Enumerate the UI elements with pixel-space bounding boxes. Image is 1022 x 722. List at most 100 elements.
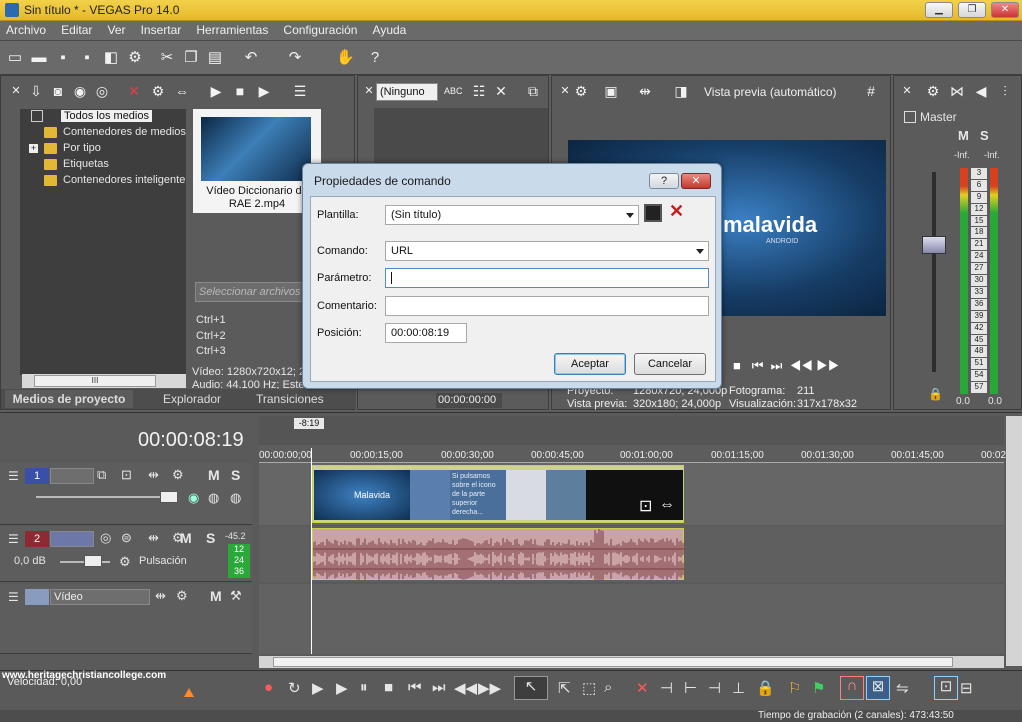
- autopreview-icon[interactable]: ▶: [255, 82, 273, 100]
- event-fx-icon[interactable]: ⇔: [659, 496, 675, 514]
- delete-icon[interactable]: ✕: [636, 679, 649, 697]
- master-fx-icon[interactable]: ⚙: [924, 82, 942, 100]
- help-icon[interactable]: ?: [366, 49, 384, 67]
- compositing-icon[interactable]: ⇹: [148, 467, 159, 483]
- import-media-icon[interactable]: ⇩: [27, 82, 45, 100]
- mixer-icon[interactable]: ⫶: [996, 82, 1014, 100]
- prev-frame-icon[interactable]: ⏮: [752, 358, 764, 373]
- panel-close-icon[interactable]: ✕: [898, 82, 916, 100]
- menu-archivo[interactable]: Archivo: [0, 21, 52, 39]
- parent-icon[interactable]: ◍: [208, 490, 219, 506]
- play-icon[interactable]: ▶: [207, 82, 225, 100]
- rate-slider-handle[interactable]: [184, 688, 194, 697]
- cut-icon[interactable]: ✂: [158, 49, 176, 67]
- save-as-icon[interactable]: ▪: [78, 49, 96, 67]
- track-fx-icon[interactable]: ⚙: [176, 588, 188, 604]
- timeline-vscrollbar[interactable]: [1006, 416, 1022, 666]
- tab-project-media[interactable]: Medios de proyecto: [5, 390, 133, 408]
- next-frame-icon[interactable]: ▶▶: [478, 679, 501, 697]
- track-opacity-slider[interactable]: [36, 496, 178, 498]
- track-header-3[interactable]: ☰ Vídeo ⇹ ⚙ M ⚒: [0, 584, 252, 654]
- minimize-button[interactable]: ▁: [925, 2, 953, 18]
- track-fx-icon[interactable]: ⚙: [172, 467, 184, 483]
- redo-icon[interactable]: ↷: [286, 49, 304, 67]
- loop-marker[interactable]: -8:19: [294, 418, 324, 429]
- delete-template-icon[interactable]: ✕: [669, 201, 684, 222]
- scroll-thumb[interactable]: III: [34, 375, 156, 387]
- automation-icon[interactable]: ⇹: [148, 530, 159, 546]
- grid-icon[interactable]: #: [862, 82, 880, 100]
- template-select[interactable]: (Sin título): [385, 205, 639, 225]
- save-icon[interactable]: ▪: [54, 49, 72, 67]
- overlays-icon[interactable]: ◨: [672, 82, 690, 100]
- video-clip[interactable]: Malavida Si pulsamos sobre el icono de l…: [312, 465, 684, 523]
- track-motion-icon[interactable]: ⧉: [97, 467, 106, 483]
- track-1-solo[interactable]: S: [231, 467, 240, 483]
- position-input[interactable]: 00:00:08:19: [385, 323, 467, 343]
- downmix-icon[interactable]: ⋈: [948, 82, 966, 100]
- snapping-icon[interactable]: ∩: [840, 676, 864, 700]
- track-minimize-icon[interactable]: ☰: [8, 590, 19, 604]
- external-monitor-icon[interactable]: ▣: [602, 82, 620, 100]
- properties-gear-icon[interactable]: ⚙: [126, 49, 144, 67]
- split-icon[interactable]: ⊥: [732, 679, 745, 697]
- record-arm-icon[interactable]: ◎: [100, 530, 111, 546]
- comment-input[interactable]: [385, 296, 709, 316]
- web-icon[interactable]: ◎: [93, 82, 111, 100]
- split-screen-icon[interactable]: ⇹: [636, 82, 654, 100]
- stop-icon[interactable]: ■: [231, 82, 249, 100]
- compositing-icon[interactable]: ⇹: [155, 588, 166, 604]
- track-header-2[interactable]: ☰ 2 ◎ ⊜ ⇹ ⚙ M S 0,0 dB ⚙ Pulsación -45.2…: [0, 526, 252, 582]
- list-icon[interactable]: ☷: [470, 82, 488, 100]
- record-icon[interactable]: ●: [264, 679, 273, 696]
- views-icon[interactable]: ☰: [291, 82, 309, 100]
- track-2-solo[interactable]: S: [206, 530, 215, 546]
- child-icon[interactable]: ◍: [230, 490, 241, 506]
- loop-playback-icon[interactable]: ↻: [288, 679, 301, 697]
- close-button[interactable]: ✕: [991, 2, 1019, 18]
- events-icon[interactable]: ✋: [336, 49, 355, 67]
- fx-select[interactable]: (Ninguno: [376, 83, 438, 101]
- maximize-button[interactable]: ❐: [958, 2, 986, 18]
- dialog-help-button[interactable]: ?: [649, 173, 679, 189]
- timeline-hscrollbar[interactable]: [259, 656, 1004, 668]
- track-3-name[interactable]: Vídeo: [50, 589, 150, 605]
- region-icon[interactable]: ⚑: [812, 679, 825, 697]
- dim-icon[interactable]: ◀: [972, 82, 990, 100]
- track-pan-mode[interactable]: Pulsación: [139, 555, 187, 567]
- audio-clip[interactable]: [312, 528, 685, 580]
- tree-item-smart-bins[interactable]: Contenedores inteligente: [63, 174, 185, 186]
- master-mute[interactable]: M: [958, 128, 969, 143]
- accept-button[interactable]: Aceptar: [554, 353, 626, 375]
- bypass-icon[interactable]: ⚒: [230, 588, 242, 604]
- command-select[interactable]: URL: [385, 241, 709, 261]
- tab-transitions[interactable]: Transiciones: [256, 390, 324, 408]
- expand-icon[interactable]: +: [29, 144, 38, 153]
- parameter-input[interactable]: [385, 268, 709, 288]
- event-pan-crop-icon[interactable]: ⊡: [639, 496, 652, 516]
- extract-audio-icon[interactable]: ◉: [71, 82, 89, 100]
- ripple-edit-icon[interactable]: ⇋: [896, 679, 909, 697]
- tab-explorer[interactable]: Explorador: [163, 390, 221, 408]
- remove-icon[interactable]: ✕: [125, 82, 143, 100]
- zoom-tool-icon[interactable]: ⌕: [604, 679, 612, 696]
- track-1-mute[interactable]: M: [208, 467, 220, 483]
- spellcheck-icon[interactable]: ABC: [444, 82, 463, 100]
- delete-icon[interactable]: ✕: [492, 82, 510, 100]
- open-project-icon[interactable]: ▬: [30, 49, 48, 67]
- track-minimize-icon[interactable]: ☰: [8, 469, 19, 483]
- save-template-icon[interactable]: [644, 204, 662, 222]
- marker-icon[interactable]: ⚐: [788, 679, 801, 697]
- go-to-start-icon[interactable]: ⏮: [408, 679, 422, 696]
- cancel-button[interactable]: Cancelar: [634, 353, 706, 375]
- preview-settings-icon[interactable]: ⚙: [572, 82, 590, 100]
- menu-configuracion[interactable]: Configuración: [277, 21, 363, 39]
- media-fx-icon[interactable]: ⚙: [149, 82, 167, 100]
- scroll-thumb[interactable]: [273, 657, 953, 667]
- forward-icon[interactable]: ▶▶: [816, 358, 839, 373]
- menu-ver[interactable]: Ver: [102, 21, 132, 39]
- capture-icon[interactable]: ◙: [49, 82, 67, 100]
- play-from-start-icon[interactable]: ▶: [312, 679, 324, 697]
- panel-close-icon[interactable]: ✕: [7, 82, 25, 100]
- tree-item-all-media[interactable]: Todos los medios: [61, 110, 152, 122]
